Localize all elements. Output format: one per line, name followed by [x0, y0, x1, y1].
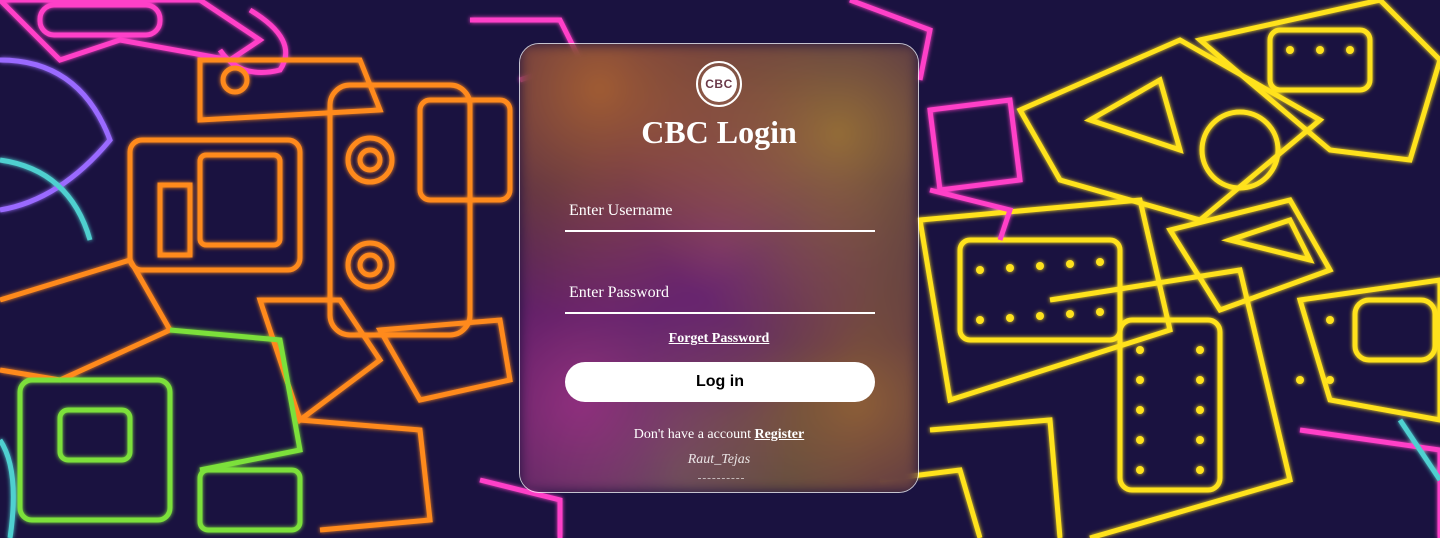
cbc-logo-text: CBC — [701, 66, 737, 102]
register-prompt: Don't have a account Register — [520, 427, 918, 443]
login-button[interactable]: Log in — [565, 362, 875, 402]
password-field — [565, 274, 875, 314]
login-card: CBC CBC Login Forget Password Log in Don… — [519, 43, 919, 493]
login-form: CBC CBC Login Forget Password Log in Don… — [520, 44, 918, 492]
page-title: CBC Login — [641, 114, 797, 150]
register-link[interactable]: Register — [754, 427, 804, 442]
author-signature: Raut_Tejas — [687, 452, 751, 467]
forget-password-link[interactable]: Forget Password — [520, 331, 918, 347]
username-field — [565, 192, 875, 232]
username-input[interactable] — [565, 192, 875, 230]
cbc-logo: CBC — [696, 61, 742, 107]
no-account-text: Don't have a account — [633, 427, 751, 442]
password-input[interactable] — [565, 274, 875, 312]
signature-underline — [698, 478, 744, 479]
